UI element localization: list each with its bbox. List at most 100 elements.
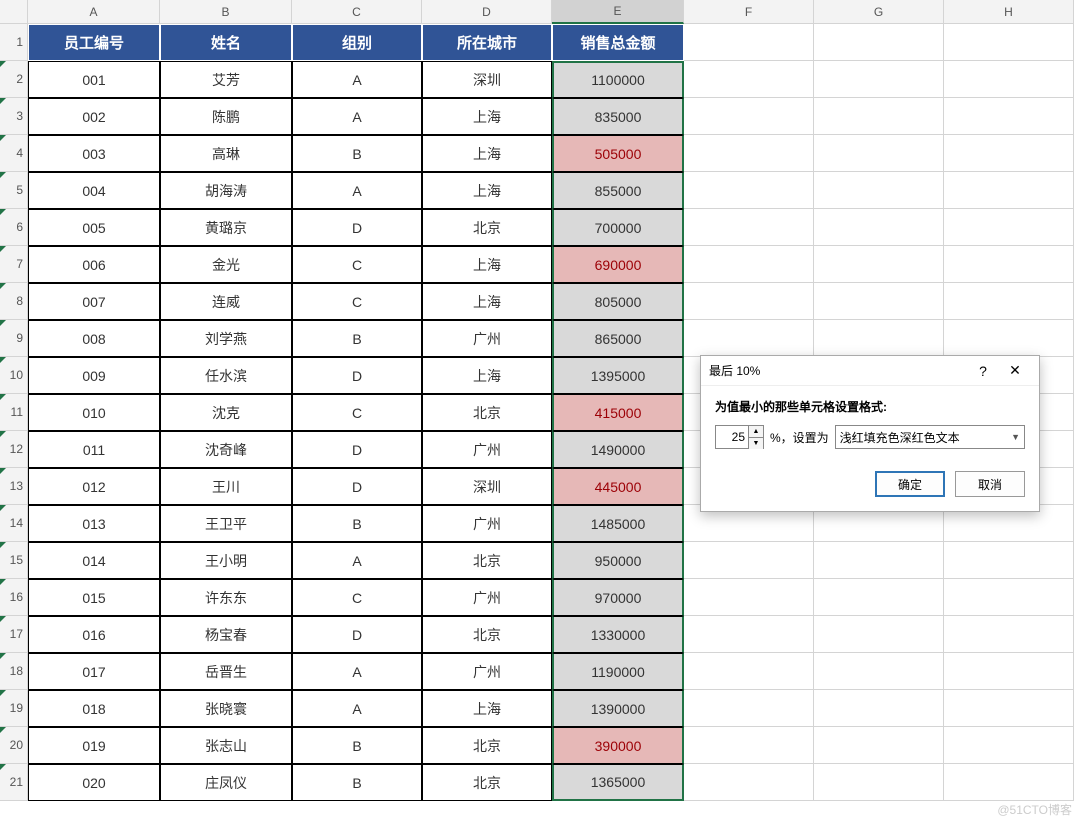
data-cell[interactable]: 陈鹏 [160, 98, 292, 135]
col-header-b[interactable]: B [160, 0, 292, 24]
empty-cell[interactable] [684, 542, 814, 579]
empty-cell[interactable] [944, 542, 1074, 579]
row-header[interactable]: 19 [0, 690, 28, 727]
empty-cell[interactable] [944, 690, 1074, 727]
ok-button[interactable]: 确定 [875, 471, 945, 497]
empty-cell[interactable] [684, 690, 814, 727]
data-cell[interactable]: B [292, 135, 422, 172]
col-header-a[interactable]: A [28, 0, 160, 24]
sales-cell[interactable]: 855000 [552, 172, 684, 209]
empty-cell[interactable] [814, 542, 944, 579]
empty-cell[interactable] [944, 616, 1074, 653]
data-cell[interactable]: 上海 [422, 357, 552, 394]
row-header[interactable]: 9 [0, 320, 28, 357]
sales-cell[interactable]: 950000 [552, 542, 684, 579]
empty-cell[interactable] [944, 283, 1074, 320]
empty-cell[interactable] [814, 653, 944, 690]
sales-cell[interactable]: 445000 [552, 468, 684, 505]
row-header[interactable]: 20 [0, 727, 28, 764]
data-cell[interactable]: 广州 [422, 320, 552, 357]
col-header-f[interactable]: F [684, 0, 814, 24]
row-header[interactable]: 16 [0, 579, 28, 616]
sales-cell[interactable]: 865000 [552, 320, 684, 357]
data-cell[interactable]: A [292, 653, 422, 690]
data-cell[interactable]: D [292, 209, 422, 246]
data-cell[interactable]: D [292, 616, 422, 653]
data-cell[interactable]: 北京 [422, 764, 552, 801]
empty-cell[interactable] [944, 579, 1074, 616]
data-cell[interactable]: D [292, 357, 422, 394]
data-cell[interactable]: 王小明 [160, 542, 292, 579]
empty-cell[interactable] [814, 209, 944, 246]
data-cell[interactable]: 艾芳 [160, 61, 292, 98]
empty-cell[interactable] [684, 61, 814, 98]
empty-cell[interactable] [814, 283, 944, 320]
data-cell[interactable]: A [292, 542, 422, 579]
data-cell[interactable]: 张志山 [160, 727, 292, 764]
data-cell[interactable]: 王川 [160, 468, 292, 505]
empty-cell[interactable] [684, 764, 814, 801]
data-cell[interactable]: 019 [28, 727, 160, 764]
data-cell[interactable]: 王卫平 [160, 505, 292, 542]
data-cell[interactable]: 004 [28, 172, 160, 209]
empty-cell[interactable] [814, 246, 944, 283]
row-header[interactable]: 11 [0, 394, 28, 431]
data-cell[interactable]: 上海 [422, 135, 552, 172]
data-cell[interactable]: 北京 [422, 542, 552, 579]
col-header-h[interactable]: H [944, 0, 1074, 24]
row-header[interactable]: 18 [0, 653, 28, 690]
empty-cell[interactable] [814, 98, 944, 135]
data-cell[interactable]: 广州 [422, 505, 552, 542]
data-cell[interactable]: C [292, 394, 422, 431]
dialog-titlebar[interactable]: 最后 10% ? ✕ [701, 356, 1039, 386]
row-header[interactable]: 8 [0, 283, 28, 320]
data-cell[interactable]: 岳晋生 [160, 653, 292, 690]
header-name[interactable]: 姓名 [160, 24, 292, 61]
data-cell[interactable]: 张晓寰 [160, 690, 292, 727]
empty-cell[interactable] [814, 764, 944, 801]
empty-cell[interactable] [684, 320, 814, 357]
empty-cell[interactable] [944, 246, 1074, 283]
empty-cell[interactable] [684, 172, 814, 209]
data-cell[interactable]: 上海 [422, 246, 552, 283]
format-select[interactable]: 浅红填充色深红色文本 ▼ [835, 425, 1025, 449]
row-header[interactable]: 17 [0, 616, 28, 653]
empty-cell[interactable] [944, 727, 1074, 764]
sales-cell[interactable]: 1330000 [552, 616, 684, 653]
data-cell[interactable]: 014 [28, 542, 160, 579]
row-header[interactable]: 7 [0, 246, 28, 283]
empty-cell[interactable] [814, 727, 944, 764]
empty-cell[interactable] [814, 61, 944, 98]
data-cell[interactable]: D [292, 468, 422, 505]
row-header[interactable]: 5 [0, 172, 28, 209]
header-sales[interactable]: 销售总金额 [552, 24, 684, 61]
data-cell[interactable]: 006 [28, 246, 160, 283]
cancel-button[interactable]: 取消 [955, 471, 1025, 497]
empty-cell[interactable] [944, 653, 1074, 690]
empty-cell[interactable] [684, 24, 814, 61]
data-cell[interactable]: 009 [28, 357, 160, 394]
sales-cell[interactable]: 1485000 [552, 505, 684, 542]
header-city[interactable]: 所在城市 [422, 24, 552, 61]
empty-cell[interactable] [814, 135, 944, 172]
empty-cell[interactable] [814, 690, 944, 727]
data-cell[interactable]: 002 [28, 98, 160, 135]
percent-spinner[interactable]: ▲ ▼ [715, 425, 764, 449]
sales-cell[interactable]: 505000 [552, 135, 684, 172]
data-cell[interactable]: 沈克 [160, 394, 292, 431]
sales-cell[interactable]: 1190000 [552, 653, 684, 690]
empty-cell[interactable] [684, 616, 814, 653]
empty-cell[interactable] [684, 727, 814, 764]
data-cell[interactable]: 刘学燕 [160, 320, 292, 357]
data-cell[interactable]: 011 [28, 431, 160, 468]
select-all-corner[interactable] [0, 0, 28, 24]
data-cell[interactable]: 上海 [422, 98, 552, 135]
data-cell[interactable]: A [292, 61, 422, 98]
data-cell[interactable]: 016 [28, 616, 160, 653]
data-cell[interactable]: 广州 [422, 653, 552, 690]
row-header[interactable]: 4 [0, 135, 28, 172]
data-cell[interactable]: 018 [28, 690, 160, 727]
data-cell[interactable]: 008 [28, 320, 160, 357]
data-cell[interactable]: 任水滨 [160, 357, 292, 394]
data-cell[interactable]: B [292, 505, 422, 542]
